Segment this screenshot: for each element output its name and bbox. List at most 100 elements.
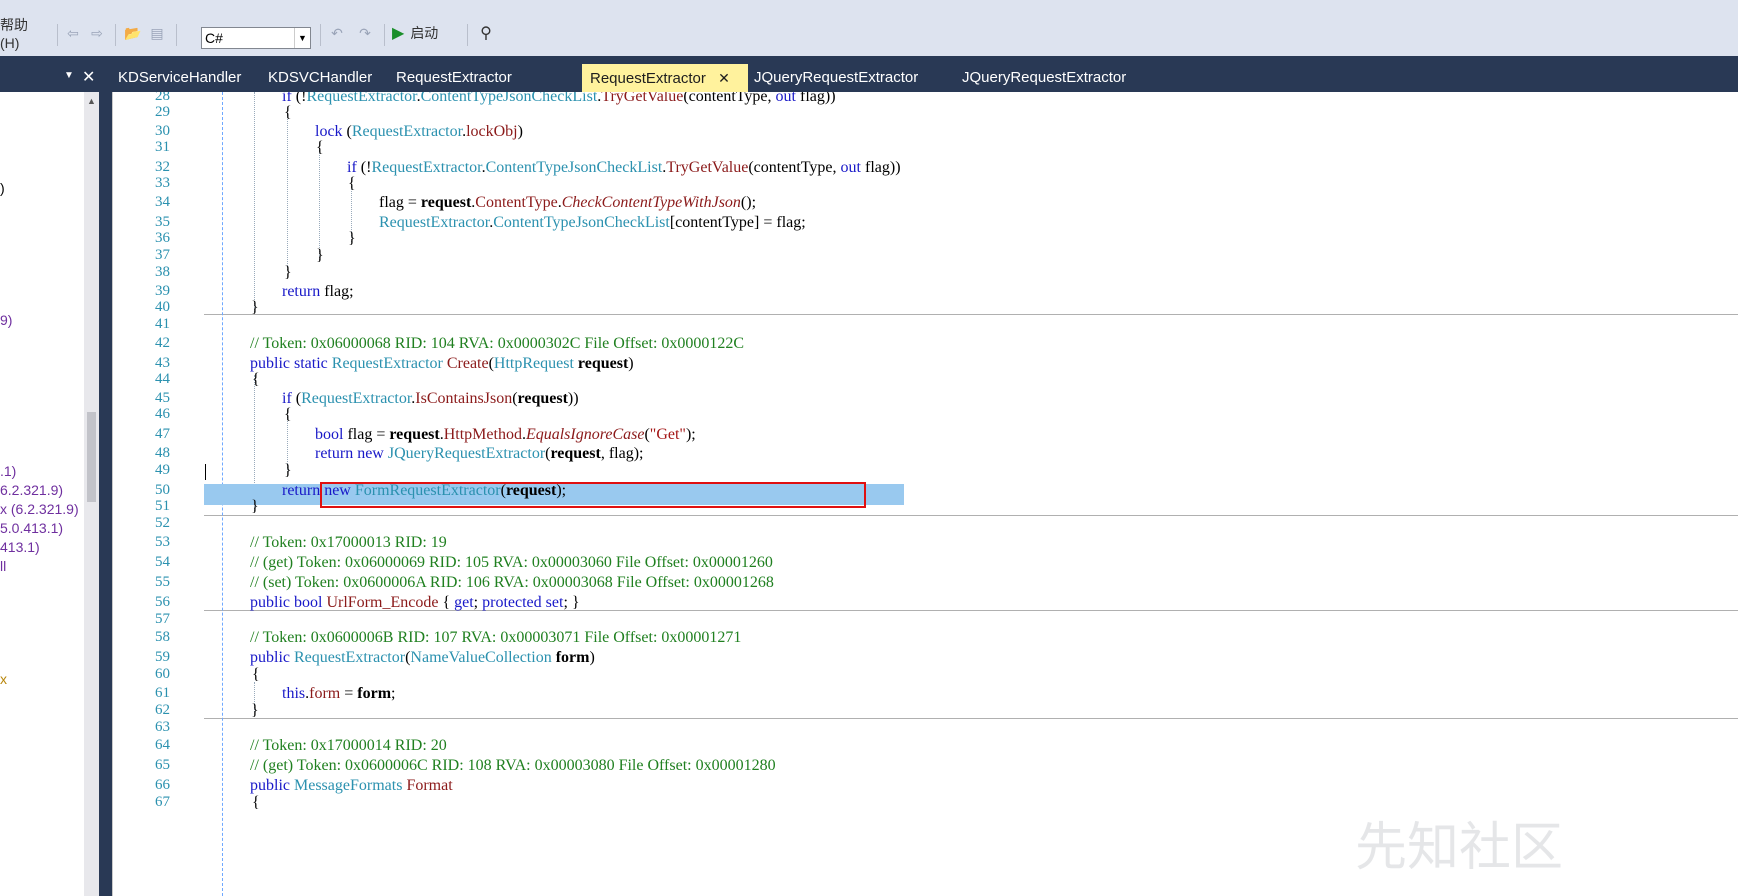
code-line-46: { bbox=[284, 406, 292, 423]
line-number: 32 bbox=[155, 159, 170, 175]
close-icon[interactable]: ✕ bbox=[82, 67, 95, 87]
tree-item[interactable]: ll bbox=[0, 558, 6, 574]
code-line-53: // Token: 0x17000013 RID: 19 bbox=[250, 534, 447, 551]
line-number: 66 bbox=[155, 777, 170, 793]
start-button[interactable]: ▶ 启动 bbox=[392, 22, 452, 44]
tree-item[interactable]: 6.2.321.9) bbox=[0, 482, 63, 498]
code-line-54: // (get) Token: 0x06000069 RID: 105 RVA:… bbox=[250, 554, 773, 571]
undo-icon[interactable]: ↶ bbox=[328, 22, 346, 44]
tree-item[interactable]: x (6.2.321.9) bbox=[0, 501, 79, 517]
code-line-34: flag = request.ContentType.CheckContentT… bbox=[379, 194, 757, 211]
line-number: 61 bbox=[155, 685, 170, 701]
back-icon[interactable]: ⇦ bbox=[64, 22, 82, 44]
tab-requestextractor-active[interactable]: RequestExtractor ✕ bbox=[582, 64, 748, 92]
tree-item[interactable]: 5.0.413.1) bbox=[0, 520, 63, 536]
line-number: 33 bbox=[155, 175, 170, 191]
line-number: 54 bbox=[155, 554, 170, 570]
line-number: 50 bbox=[155, 482, 170, 498]
tab-kdsvchandler[interactable]: KDSVCHandler bbox=[256, 64, 384, 92]
line-number: 62 bbox=[155, 702, 170, 718]
assembly-explorer-panel: ▼ ✕ ) 9) .1) 6.2.321.9) x (6.2.321.9) 5.… bbox=[0, 64, 106, 896]
code-line-42: // Token: 0x06000068 RID: 104 RVA: 0x000… bbox=[250, 335, 745, 352]
line-number: 36 bbox=[155, 230, 170, 246]
member-separator bbox=[204, 314, 1738, 315]
line-number: 65 bbox=[155, 757, 170, 773]
tree-item[interactable]: 413.1) bbox=[0, 539, 40, 555]
forward-icon[interactable]: ⇨ bbox=[88, 22, 106, 44]
open-folder-icon[interactable]: 📂 bbox=[124, 22, 142, 44]
code-line-59: public RequestExtractor(NameValueCollect… bbox=[250, 649, 595, 666]
line-number: 42 bbox=[155, 335, 170, 351]
line-number: 38 bbox=[155, 264, 170, 280]
line-number: 44 bbox=[155, 371, 170, 387]
code-line-40: } bbox=[251, 299, 259, 316]
line-number: 37 bbox=[155, 247, 170, 263]
redo-icon[interactable]: ↷ bbox=[356, 22, 374, 44]
tree-item[interactable]: .1) bbox=[0, 463, 16, 479]
code-line-66: public MessageFormats Format bbox=[250, 777, 453, 794]
code-line-36: } bbox=[348, 230, 356, 247]
code-editor[interactable]: 28 29 30 31 32 33 34 35 36 37 38 39 40 41 42 43 44 45 46 47… bbox=[112, 92, 1738, 896]
close-icon[interactable]: ✕ bbox=[718, 70, 730, 86]
line-number: 30 bbox=[155, 123, 170, 139]
indent-guide bbox=[254, 92, 255, 312]
code-line-38: } bbox=[284, 264, 292, 281]
code-line-48: return new JQueryRequestExtractor(reques… bbox=[315, 445, 644, 462]
code-line-45: if (RequestExtractor.IsContainsJson(requ… bbox=[282, 390, 579, 407]
tab-jqueryrequestextractor[interactable]: JQueryRequestExtractor bbox=[746, 64, 946, 92]
tree-item[interactable]: x bbox=[0, 671, 7, 687]
code-line-67: { bbox=[252, 794, 260, 811]
line-number: 43 bbox=[155, 355, 170, 371]
line-number: 59 bbox=[155, 649, 170, 665]
line-number: 46 bbox=[155, 406, 170, 422]
watermark-logo: 先知社区 bbox=[1355, 818, 1564, 878]
code-line-32: if (!RequestExtractor.ContentTypeJsonChe… bbox=[347, 159, 901, 176]
panel-dropdown-icon[interactable]: ▼ bbox=[64, 70, 74, 81]
text-caret bbox=[205, 464, 206, 480]
toolbar-separator bbox=[467, 24, 468, 46]
line-number: 53 bbox=[155, 534, 170, 550]
scroll-up-icon[interactable]: ▲ bbox=[87, 96, 96, 106]
code-line-58: // Token: 0x0600006B RID: 107 RVA: 0x000… bbox=[250, 629, 742, 646]
tab-jqueryrequestextractor[interactable]: JQueryRequestExtractor bbox=[946, 64, 1146, 92]
document-tabs: KDServiceHandler KDSVCHandler RequestExt… bbox=[106, 64, 1738, 92]
code-line-31: { bbox=[316, 139, 324, 156]
search-icon[interactable]: ⚲ bbox=[476, 22, 496, 44]
code-line-47: bool flag = request.HttpMethod.EqualsIgn… bbox=[315, 426, 696, 443]
line-number: 60 bbox=[155, 666, 170, 682]
toolbar-separator bbox=[176, 24, 177, 46]
toolbar: 帮助(H) ⇦ ⇨ 📂 ▤ C# ▼ ↶ ↷ ▶ 启动 ⚲ bbox=[0, 0, 1738, 56]
code-line-61: this.form = form; bbox=[282, 685, 396, 702]
code-line-28: if (!RequestExtractor.ContentTypeJsonChe… bbox=[282, 92, 836, 105]
code-line-44: { bbox=[252, 371, 260, 388]
line-number: 56 bbox=[155, 594, 170, 610]
tree-item[interactable]: 9) bbox=[0, 312, 12, 328]
line-number: 57 bbox=[155, 611, 170, 627]
line-number: 55 bbox=[155, 574, 170, 590]
code-line-39: return flag; bbox=[282, 283, 354, 300]
line-number: 35 bbox=[155, 214, 170, 230]
language-select[interactable]: C# ▼ bbox=[201, 27, 311, 49]
code-line-50: return new FormRequestExtractor(request)… bbox=[282, 482, 567, 499]
toolbar-separator bbox=[115, 24, 116, 46]
scrollbar-thumb[interactable] bbox=[87, 412, 96, 502]
code-line-30: lock (RequestExtractor.lockObj) bbox=[315, 123, 523, 140]
line-number: 31 bbox=[155, 139, 170, 155]
line-number: 51 bbox=[155, 498, 170, 514]
vertical-scrollbar[interactable]: ▲ bbox=[84, 92, 99, 896]
chevron-down-icon: ▼ bbox=[294, 28, 310, 48]
line-number: 41 bbox=[155, 316, 170, 332]
tab-requestextractor[interactable]: RequestExtractor bbox=[384, 64, 528, 92]
tree-item[interactable]: ) bbox=[0, 180, 5, 196]
indent-guide bbox=[287, 114, 288, 270]
tab-kdservicehandler[interactable]: KDServiceHandler bbox=[106, 64, 256, 92]
indent-guide bbox=[319, 150, 320, 260]
language-value: C# bbox=[205, 30, 223, 46]
line-number: 64 bbox=[155, 737, 170, 753]
help-menu[interactable]: 帮助(H) bbox=[0, 17, 44, 51]
save-icon[interactable]: ▤ bbox=[148, 22, 166, 44]
tab-label: RequestExtractor bbox=[590, 70, 706, 87]
toolbar-separator bbox=[320, 24, 321, 46]
code-line-49: } bbox=[284, 462, 292, 479]
code-line-65: // (get) Token: 0x0600006C RID: 108 RVA:… bbox=[250, 757, 776, 774]
